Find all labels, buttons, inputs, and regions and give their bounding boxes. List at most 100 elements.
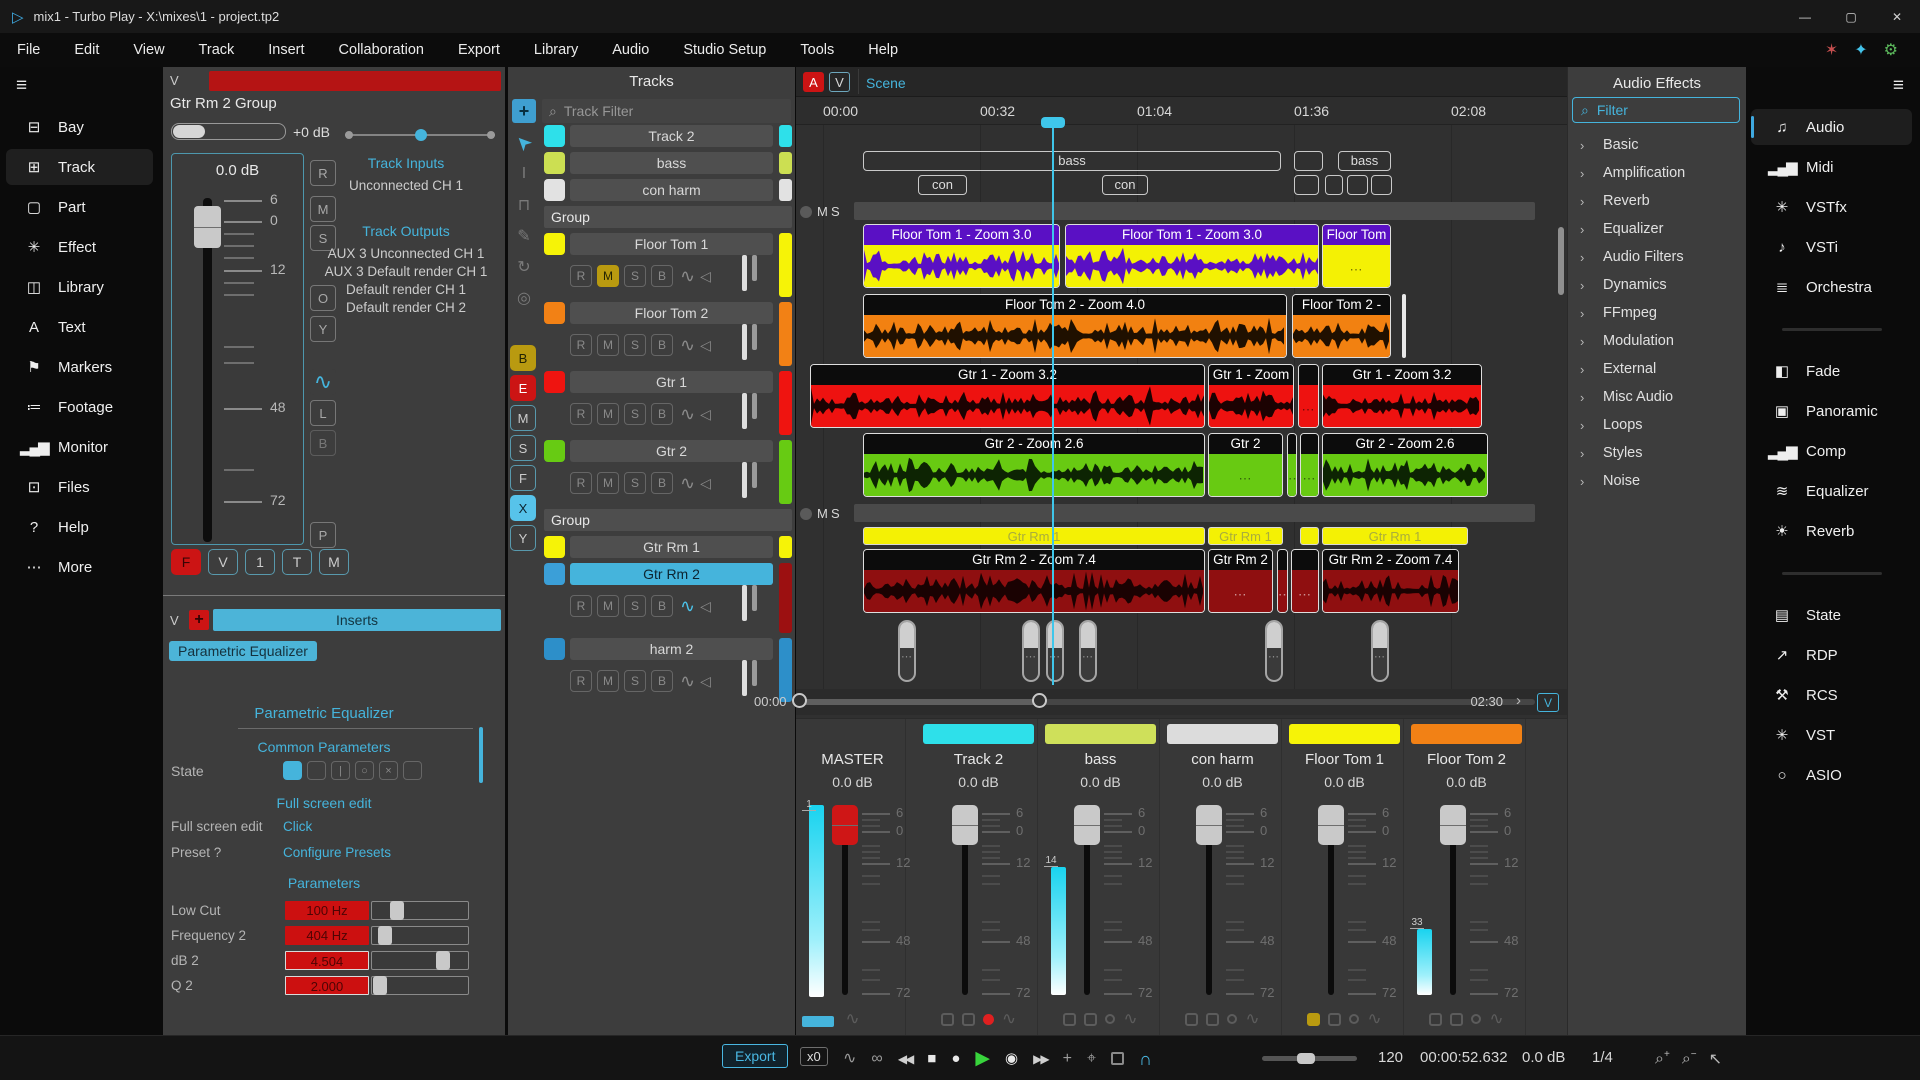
bypass-button[interactable]: B xyxy=(651,670,673,692)
monitor-arc-button[interactable]: ∩ xyxy=(1139,1050,1152,1068)
audio-clip[interactable]: ⋯ xyxy=(1046,620,1064,682)
track-color-chip[interactable] xyxy=(544,302,565,324)
minimize-button[interactable]: — xyxy=(1782,0,1828,33)
automation-icon[interactable]: ∿ xyxy=(680,404,695,425)
chevron-right-icon[interactable]: › xyxy=(1580,418,1594,433)
track-row[interactable]: Floor Tom 1 Floor Tom 1 R M S B ∿ ◁ xyxy=(544,233,792,297)
clips-canvas[interactable]: M S M S bass bass con con Floor Tom 1 - … xyxy=(796,125,1567,689)
strip-solo-toggle[interactable] xyxy=(961,1012,975,1026)
group-mute-button[interactable]: M xyxy=(817,506,828,521)
solo-button[interactable]: S xyxy=(624,403,646,425)
effect-category[interactable]: › Amplification xyxy=(1568,159,1746,187)
effect-category[interactable]: › Loops xyxy=(1568,411,1746,439)
play-button[interactable]: ▶ xyxy=(975,1049,990,1068)
audio-clip[interactable]: Floor Tom 2 - Zoom 4.0 xyxy=(863,294,1287,358)
track-name[interactable]: Gtr 1 xyxy=(570,371,773,393)
chevron-right-icon[interactable]: › xyxy=(1580,306,1594,321)
eq-state-button[interactable]: × xyxy=(379,761,398,780)
track-list-mode-button[interactable]: F xyxy=(510,465,536,491)
channel-mode-button[interactable]: ∿ xyxy=(310,369,336,395)
strip-solo-toggle[interactable] xyxy=(1450,1012,1464,1026)
fader-view-button[interactable]: M xyxy=(319,549,349,575)
solo-button[interactable]: S xyxy=(624,265,646,287)
rail-item-effect[interactable]: ✳ Effect xyxy=(0,227,163,267)
strip-fader-cap[interactable] xyxy=(1074,805,1100,845)
strip-mute-toggle[interactable] xyxy=(1063,1012,1077,1026)
audio-clip[interactable] xyxy=(1402,294,1406,358)
rail-item-midi[interactable]: ▂▄▆ Midi xyxy=(1746,147,1920,187)
strip-fader[interactable]: 1 6 0 12 48 72 xyxy=(800,799,910,1003)
effect-category[interactable]: › Dynamics xyxy=(1568,271,1746,299)
track-name[interactable]: Gtr 2 xyxy=(570,440,773,462)
eq-param-value[interactable]: 4.504 xyxy=(285,951,369,970)
audio-clip[interactable]: ⋯ xyxy=(1277,549,1288,613)
range-handle-left[interactable] xyxy=(792,693,807,708)
strip-record-toggle[interactable] xyxy=(1105,1014,1116,1024)
chevron-right-icon[interactable]: › xyxy=(1580,166,1594,181)
rail-item-asio[interactable]: ○ ASIO xyxy=(1746,755,1920,795)
waveform-icon[interactable]: ∿ xyxy=(843,1050,856,1067)
eq-param-slider[interactable] xyxy=(371,901,469,920)
speaker-icon[interactable]: ◁ xyxy=(700,475,711,492)
chevron-right-icon[interactable]: › xyxy=(1580,278,1594,293)
audio-clip[interactable]: ⋯ xyxy=(898,620,916,682)
rail-item-rcs[interactable]: ⚒ RCS xyxy=(1746,675,1920,715)
fader-view-button[interactable]: F xyxy=(171,549,201,575)
audio-clip[interactable]: ⋯ xyxy=(1079,620,1097,682)
group-lane-bar[interactable] xyxy=(854,202,1535,220)
track-row[interactable]: Floor Tom 2 Floor Tom 2 R M S B ∿ ◁ xyxy=(544,302,792,366)
audio-clip[interactable]: Floor Tom ⋯ xyxy=(1322,224,1391,288)
strip-fader[interactable]: 14 6 0 12 48 72 xyxy=(1042,803,1159,1003)
range-next-icon[interactable]: › xyxy=(1516,692,1521,709)
automation-icon[interactable]: ∿ xyxy=(680,596,695,617)
zoom-in-icon[interactable]: ⌕+ xyxy=(1655,1049,1670,1068)
record-arm-button[interactable]: R xyxy=(570,670,592,692)
maximize-button[interactable]: ▢ xyxy=(1828,0,1874,33)
track-color-bar[interactable] xyxy=(209,71,501,91)
menu-item[interactable]: Help xyxy=(851,42,915,58)
bypass-button[interactable]: B xyxy=(651,334,673,356)
eq-fullscreen-link[interactable]: Full screen edit xyxy=(163,795,485,811)
track-color-chip[interactable] xyxy=(544,125,565,147)
eq-param-slider[interactable] xyxy=(371,951,469,970)
strip-color-bar[interactable] xyxy=(923,724,1034,744)
track-row[interactable]: Group Group R M S B ∿ ◁ xyxy=(544,509,792,531)
fader-view-button[interactable]: 1 xyxy=(245,549,275,575)
rail-item-vsti[interactable]: ♪ VSTi xyxy=(1746,227,1920,267)
track-filter[interactable]: ⌕ xyxy=(542,99,791,123)
add-marker-button[interactable]: + xyxy=(1063,1050,1072,1067)
rail-item-bay[interactable]: ⊟ Bay xyxy=(0,107,163,147)
chevron-right-icon[interactable]: › xyxy=(1580,334,1594,349)
eq-param-value[interactable]: 404 Hz xyxy=(285,926,369,945)
group-solo-button[interactable]: S xyxy=(831,204,840,219)
effect-category[interactable]: › External xyxy=(1568,355,1746,383)
effect-category[interactable]: › Equalizer xyxy=(1568,215,1746,243)
record-arm-button[interactable]: R xyxy=(570,403,592,425)
volume-slider[interactable] xyxy=(171,123,286,140)
track-name[interactable]: bass xyxy=(570,152,773,174)
eq-param-slider[interactable] xyxy=(371,976,469,995)
strip-mute-toggle[interactable] xyxy=(1185,1012,1199,1026)
time-ruler[interactable]: 00:00 00:32 01:04 01:36 02:08 xyxy=(796,97,1567,125)
menu-toggle-icon[interactable]: ≡ xyxy=(16,75,27,97)
record-tool[interactable]: ◎ xyxy=(508,282,540,313)
eq-state-button[interactable] xyxy=(403,761,422,780)
effects-filter[interactable]: ⌕ Filter xyxy=(1572,97,1740,123)
mixer-collapse-button[interactable]: V xyxy=(1537,693,1559,712)
chevron-right-icon[interactable]: › xyxy=(1580,474,1594,489)
rail-item-track[interactable]: ⊞ Track xyxy=(0,147,163,187)
record-arm-button[interactable]: R xyxy=(570,265,592,287)
time-signature-value[interactable]: 1/4 xyxy=(1592,1049,1613,1066)
bypass-button[interactable]: B xyxy=(651,472,673,494)
track-list-mode-button[interactable]: M xyxy=(510,405,536,431)
menu-item[interactable]: Collaboration xyxy=(322,42,441,58)
strip-automation-icon[interactable]: ∿ xyxy=(1367,1009,1381,1029)
audio-clip[interactable]: ⋯ xyxy=(1291,549,1319,613)
automation-icon[interactable]: ∿ xyxy=(680,671,695,692)
rail-item-markers[interactable]: ⚑ Markers xyxy=(0,347,163,387)
mute-button[interactable]: M xyxy=(597,403,619,425)
track-outputs-title[interactable]: Track Outputs xyxy=(313,223,499,239)
eq-row-link[interactable]: Configure Presets xyxy=(283,845,391,860)
speaker-icon[interactable]: ◁ xyxy=(700,268,711,285)
strip-fader-cap[interactable] xyxy=(1196,805,1222,845)
